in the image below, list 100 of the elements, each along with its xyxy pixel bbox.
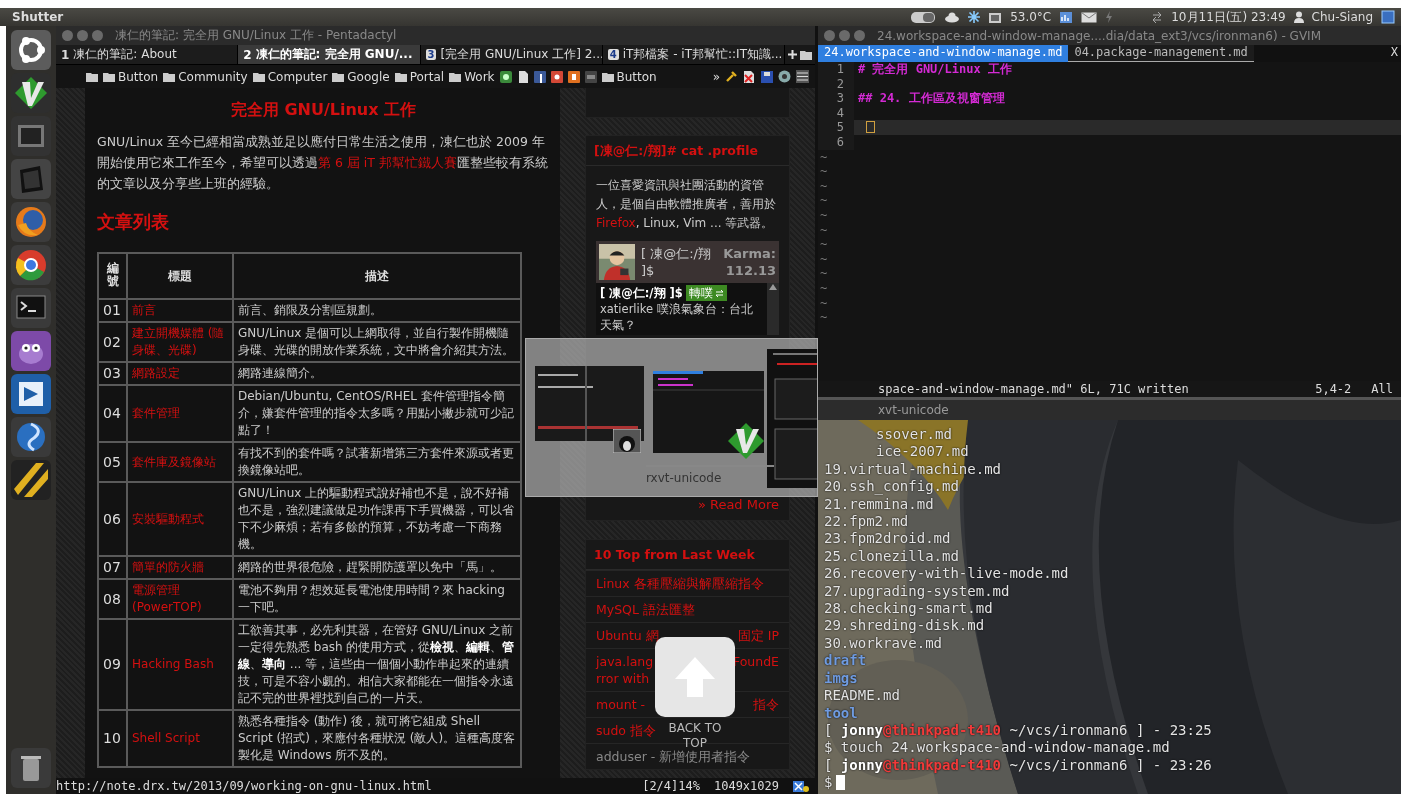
bookmark-folder[interactable]: Computer bbox=[252, 69, 328, 84]
bookmark-icon[interactable] bbox=[533, 70, 546, 83]
article-link[interactable]: Hacking Bash bbox=[127, 619, 233, 710]
terminal-line: 21.remmina.md bbox=[824, 495, 934, 514]
cloud-icon[interactable] bbox=[944, 11, 961, 23]
scrollbar[interactable] bbox=[767, 283, 779, 335]
chip-icon[interactable] bbox=[988, 10, 1003, 24]
read-more-link[interactable]: » Read More bbox=[697, 497, 779, 512]
folder-icon[interactable] bbox=[800, 49, 812, 60]
maximize-button[interactable] bbox=[854, 30, 865, 41]
network-icon[interactable] bbox=[1059, 10, 1074, 24]
close-button[interactable] bbox=[62, 30, 73, 41]
temperature-reading: 53.0°C bbox=[1010, 10, 1052, 24]
post-link[interactable]: java.lang bbox=[596, 653, 654, 670]
snowflake-icon[interactable] bbox=[968, 11, 981, 23]
plus-icon[interactable] bbox=[788, 50, 797, 59]
terminal-line: 25.clonezilla.md bbox=[824, 547, 959, 566]
wrench-icon[interactable] bbox=[725, 70, 737, 83]
table-cell: 05 bbox=[98, 442, 127, 482]
bookmark-icon[interactable] bbox=[499, 70, 512, 83]
globe-icon[interactable] bbox=[10, 201, 52, 243]
article-link[interactable]: 套件管理 bbox=[127, 385, 233, 442]
browser-tab[interactable]: 1 凍仁的筆記: About bbox=[56, 45, 239, 64]
table-cell: 網路連線簡介。 bbox=[233, 362, 521, 385]
window-icon[interactable] bbox=[10, 373, 52, 415]
contest-link[interactable]: 第 6 屆 iT 邦幫忙鐵人賽 bbox=[318, 155, 457, 170]
post-link[interactable]: 指令 bbox=[753, 696, 779, 713]
circle-logo-icon[interactable] bbox=[10, 29, 52, 71]
line-number: 3 bbox=[818, 91, 854, 106]
folder-icon bbox=[252, 71, 265, 82]
firefox-link[interactable]: Firefox bbox=[596, 216, 636, 230]
bookmark-folder[interactable]: Work bbox=[449, 69, 495, 84]
user-name[interactable]: [ 凍@仁:/翔 ]$ bbox=[641, 245, 718, 279]
toggle-icon[interactable] bbox=[910, 10, 937, 24]
line-number: 1 bbox=[818, 62, 854, 77]
window-thumbnail[interactable] bbox=[535, 366, 644, 441]
stripes-icon[interactable] bbox=[10, 459, 52, 501]
minimize-button[interactable] bbox=[77, 30, 88, 41]
bookmark-folder[interactable]: Button bbox=[601, 69, 657, 84]
arrows-icon[interactable] bbox=[1151, 11, 1164, 23]
article-link[interactable]: 建立開機媒體 (隨身碟、光碟) bbox=[127, 322, 233, 362]
swirl-icon[interactable] bbox=[10, 416, 52, 458]
puzzle-icon[interactable] bbox=[793, 779, 809, 793]
article-link[interactable]: 套件庫及鏡像站 bbox=[127, 442, 233, 482]
article-link[interactable]: 前言 bbox=[127, 299, 233, 322]
folder-icon[interactable] bbox=[86, 71, 98, 82]
editor-tab[interactable]: 04.package-management.md bbox=[1068, 45, 1254, 62]
table-cell: 熟悉各種指令 (動作) 後，就可將它組成 Shell Script (招式)，來應付各種狀況 (敵人)。這種高度客製化是 Windows 所不及的。 bbox=[233, 710, 521, 767]
terminal-line: draft bbox=[824, 652, 867, 670]
trash-icon[interactable] bbox=[10, 747, 52, 789]
article-link[interactable]: 簡單的防火牆 bbox=[127, 556, 233, 579]
user-name[interactable]: Chu-Siang bbox=[1311, 10, 1373, 24]
editor-tab[interactable]: 24.workspace-and-window-manage.md bbox=[818, 45, 1069, 62]
close-tab-button[interactable]: X bbox=[1387, 45, 1401, 62]
prompt-line: [ jonny@thinkpad-t410 ~/vcs/ironman6 ] - 23:26 bbox=[824, 756, 1212, 775]
post-link[interactable]: adduser - 新增使用者指令 bbox=[596, 748, 751, 765]
bookmark-icon[interactable] bbox=[516, 70, 529, 83]
bird-icon[interactable] bbox=[10, 330, 52, 372]
document-icon[interactable] bbox=[742, 70, 756, 83]
post-link[interactable]: rror with bbox=[596, 670, 650, 687]
post-link[interactable]: Ubuntu 網 bbox=[596, 627, 659, 644]
penguin-thumbnail[interactable] bbox=[613, 429, 641, 453]
bookmark-icon[interactable] bbox=[550, 70, 563, 83]
minimize-button[interactable] bbox=[839, 30, 850, 41]
article-link[interactable]: Shell Script bbox=[127, 710, 233, 767]
clock[interactable]: 10月11日(五) 23:49 bbox=[1171, 8, 1286, 26]
floppy-icon[interactable] bbox=[761, 70, 773, 83]
folder-icon bbox=[103, 71, 115, 82]
gear-icon[interactable] bbox=[778, 70, 791, 83]
article-link[interactable]: 網路設定 bbox=[127, 362, 233, 385]
empty-line-marker: ~ bbox=[820, 310, 828, 325]
window-thumbnail[interactable] bbox=[653, 371, 764, 453]
prompt-line: [ jonny@thinkpad-t410 ~/vcs/ironman6 ] - 23:25 bbox=[824, 721, 1212, 740]
article-link[interactable]: 安裝驅動程式 bbox=[127, 482, 233, 556]
maximize-button[interactable] bbox=[92, 30, 103, 41]
browser-tab[interactable]: 4 iT邦檔案 - iT邦幫忙::IT知識... bbox=[602, 45, 785, 64]
article-link[interactable]: 電源管理 (PowerTOP) bbox=[127, 579, 233, 619]
terminal-icon[interactable] bbox=[10, 287, 52, 329]
post-link[interactable]: Linux 各種壓縮與解壓縮指令 bbox=[596, 575, 764, 592]
post-link[interactable]: MySQL 語法匯整 bbox=[596, 601, 695, 618]
grid-icon[interactable] bbox=[796, 70, 809, 83]
bookmark-folder[interactable]: Button bbox=[103, 69, 159, 84]
user-icon[interactable] bbox=[1293, 11, 1304, 23]
bookmark-folder[interactable]: Google bbox=[332, 69, 390, 84]
bookmark-icon[interactable] bbox=[567, 70, 580, 83]
bolt-icon[interactable] bbox=[1105, 11, 1114, 23]
post-link[interactable]: mount - bbox=[596, 696, 646, 713]
close-button[interactable] bbox=[824, 30, 835, 41]
post-link[interactable]: 固定 IP bbox=[737, 627, 779, 644]
wheel-icon[interactable] bbox=[10, 244, 52, 286]
table-cell: 有找不到的套件嗎？試著新增第三方套件來源或者更換鏡像站吧。 bbox=[233, 442, 521, 482]
browser-tab[interactable]: 2 凍仁的筆記: 完全用 GNU/... bbox=[238, 45, 421, 64]
bookmark-folder[interactable]: Community bbox=[163, 69, 248, 84]
article-title: 完全用 GNU/Linux 工作 bbox=[229, 100, 418, 121]
post-link[interactable]: sudo 指令 bbox=[596, 722, 656, 739]
bookmark-folder[interactable]: Portal bbox=[394, 69, 445, 84]
film-icon[interactable] bbox=[10, 115, 52, 157]
overflow-chevron[interactable]: » bbox=[712, 69, 720, 84]
mail-icon[interactable] bbox=[1081, 11, 1098, 23]
browser-tab[interactable]: 3 [完全用 GNU/Linux 工作] 2... bbox=[420, 45, 603, 64]
